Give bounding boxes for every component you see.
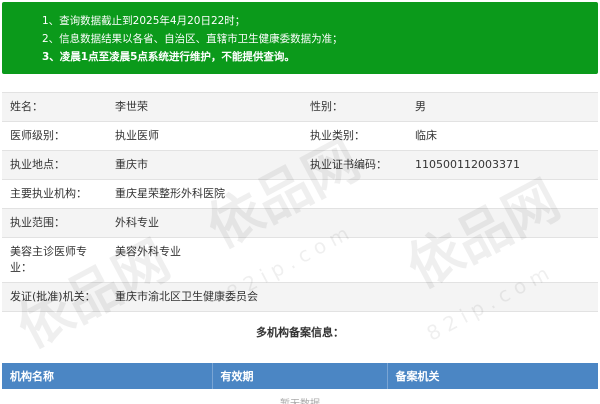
org-value: 重庆星荣整形外科医院 — [107, 179, 598, 209]
col-org-name: 机构名称 — [2, 363, 213, 389]
info-row-org: 主要执业机构： 重庆星荣整形外科医院 — [2, 179, 598, 209]
col-filing-authority: 备案机关 — [387, 363, 598, 389]
info-row-level: 医师级别： 执业医师 执业类别： 临床 — [2, 121, 598, 151]
place-label: 执业地点： — [2, 150, 107, 180]
scope-value: 外科专业 — [107, 208, 598, 238]
multi-org-empty-row: 暂无数据 — [2, 389, 598, 404]
col-valid-period: 有效期 — [212, 363, 388, 389]
info-row-issuer: 发证(批准)机关： 重庆市渝北区卫生健康委员会 — [2, 282, 598, 312]
info-row-cosmetic: 美容主诊医师专业： 美容外科专业 — [2, 237, 598, 283]
org-label: 主要执业机构： — [2, 179, 107, 209]
gender-value: 男 — [407, 92, 598, 122]
level-label: 医师级别： — [2, 121, 107, 151]
place-value: 重庆市 — [107, 150, 302, 180]
cert-value: 110500112003371 — [407, 150, 598, 180]
issuer-label: 发证(批准)机关： — [2, 282, 107, 312]
issuer-value: 重庆市渝北区卫生健康委员会 — [107, 282, 598, 312]
gender-label: 性别： — [302, 92, 407, 122]
cert-label: 执业证书编码： — [302, 150, 407, 180]
empty-message: 暂无数据 — [2, 389, 598, 404]
multi-org-table: 机构名称 有效期 备案机关 暂无数据 — [2, 363, 598, 404]
info-row-name: 姓名： 李世荣 性别： 男 — [2, 92, 598, 122]
level-value: 执业医师 — [107, 121, 302, 151]
scope-label: 执业范围： — [2, 208, 107, 238]
cosmetic-label: 美容主诊医师专业： — [2, 237, 107, 283]
multi-org-title: 多机构备案信息： — [256, 326, 344, 339]
info-row-scope: 执业范围： 外科专业 — [2, 208, 598, 238]
notice-line-3: 3、凌晨1点至凌晨5点系统进行维护，不能提供查询。 — [42, 51, 295, 63]
notice-banner: 1、查询数据截止到2025年4月20日22时； 2、信息数据结果以各省、自治区、… — [2, 2, 598, 74]
notice-line-1: 1、查询数据截止到2025年4月20日22时； — [42, 15, 246, 27]
name-value: 李世荣 — [107, 92, 302, 122]
notice-line-2: 2、信息数据结果以各省、自治区、直辖市卫生健康委数据为准； — [42, 33, 343, 45]
info-row-place: 执业地点： 重庆市 执业证书编码： 110500112003371 — [2, 150, 598, 180]
category-label: 执业类别： — [302, 121, 407, 151]
cosmetic-value: 美容外科专业 — [107, 237, 598, 283]
doctor-info-table: 姓名： 李世荣 性别： 男 医师级别： 执业医师 执业类别： 临床 执业地点： … — [2, 92, 598, 312]
name-label: 姓名： — [2, 92, 107, 122]
multi-org-header-row: 机构名称 有效期 备案机关 — [2, 363, 598, 389]
category-value: 临床 — [407, 121, 598, 151]
